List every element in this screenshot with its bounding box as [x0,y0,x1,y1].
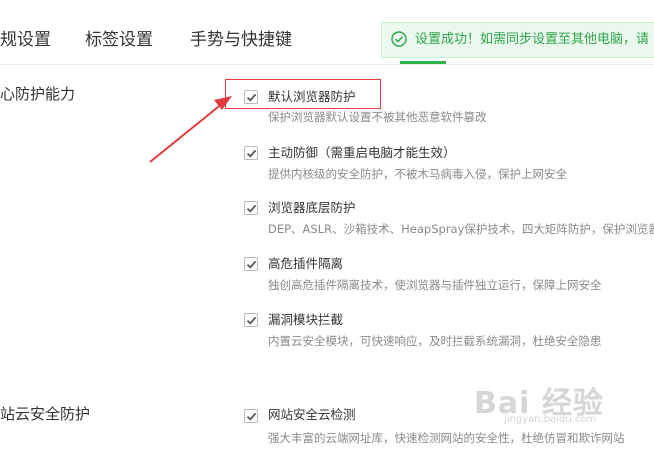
option-description: 内置云安全模块，可快速响应，及时拦截系统漏洞，杜绝安全隐患 [268,334,602,348]
option-label: 网站安全云检测 [268,407,356,422]
checkbox-browser-low-level-protection[interactable] [244,201,258,215]
checkbox-website-cloud-detection[interactable] [244,409,258,423]
checkbox-high-risk-plugin-isolation[interactable] [244,257,258,271]
option-description: DEP、ASLR、沙箱技术、HeapSpray保护技术，四大矩阵防护，保护浏览器 [268,222,654,236]
section-title-cloud-security: 站云安全防护 [0,405,91,423]
check-icon [246,260,257,269]
check-circle-icon [391,31,407,47]
option-high-risk-plugin-isolation[interactable]: 高危插件隔离 独创高危插件隔离技术，使浏览器与插件独立运行，保障上网安全 [244,255,654,301]
tab-gestures-shortcuts[interactable]: 手势与快捷键 [190,29,292,51]
option-description: 独创高危插件隔离技术，使浏览器与插件独立运行，保障上网安全 [268,278,602,292]
option-label: 浏览器底层防护 [268,200,356,215]
option-vulnerability-module-blocking[interactable]: 漏洞模块拦截 内置云安全模块，可快速响应，及时拦截系统漏洞，杜绝安全隐患 [244,311,654,357]
option-browser-low-level-protection[interactable]: 浏览器底层防护 DEP、ASLR、沙箱技术、HeapSpray保护技术，四大矩阵… [244,199,654,245]
option-description: 强大丰富的云端网址库，快速检测网站的安全性，杜绝仿冒和欺诈网站 [268,431,625,445]
tab-label-settings[interactable]: 标签设置 [85,29,153,51]
baidu-watermark-url: jingyan.baidu.com [504,414,597,425]
option-description: 保护浏览器默认设置不被其他恶意软件篡改 [268,110,487,124]
tab-general-settings[interactable]: 规设置 [0,29,51,51]
check-icon [246,412,257,421]
option-active-defense[interactable]: 主动防御（需重启电脑才能生效） 提供内核级的安全防护，不被木马病毒入侵，保护上网… [244,144,654,190]
option-label: 高危插件隔离 [268,256,344,271]
check-icon [246,316,257,325]
success-toast: 设置成功！如需同步设置至其他电脑，请 [381,22,654,58]
option-label: 主动防御（需重启电脑才能生效） [268,145,456,160]
active-tab-indicator [400,61,446,64]
check-icon [246,204,257,213]
check-icon [246,149,257,158]
checkbox-active-defense[interactable] [244,146,258,160]
option-description: 提供内核级的安全防护，不被木马病毒入侵，保护上网安全 [268,167,567,181]
option-label: 漏洞模块拦截 [268,312,344,327]
annotation-highlight-box [225,79,381,109]
checkbox-vulnerability-module-blocking[interactable] [244,313,258,327]
section-title-core-protection: 心防护能力 [0,85,76,103]
toast-message: 设置成功！如需同步设置至其他电脑，请 [415,32,650,47]
